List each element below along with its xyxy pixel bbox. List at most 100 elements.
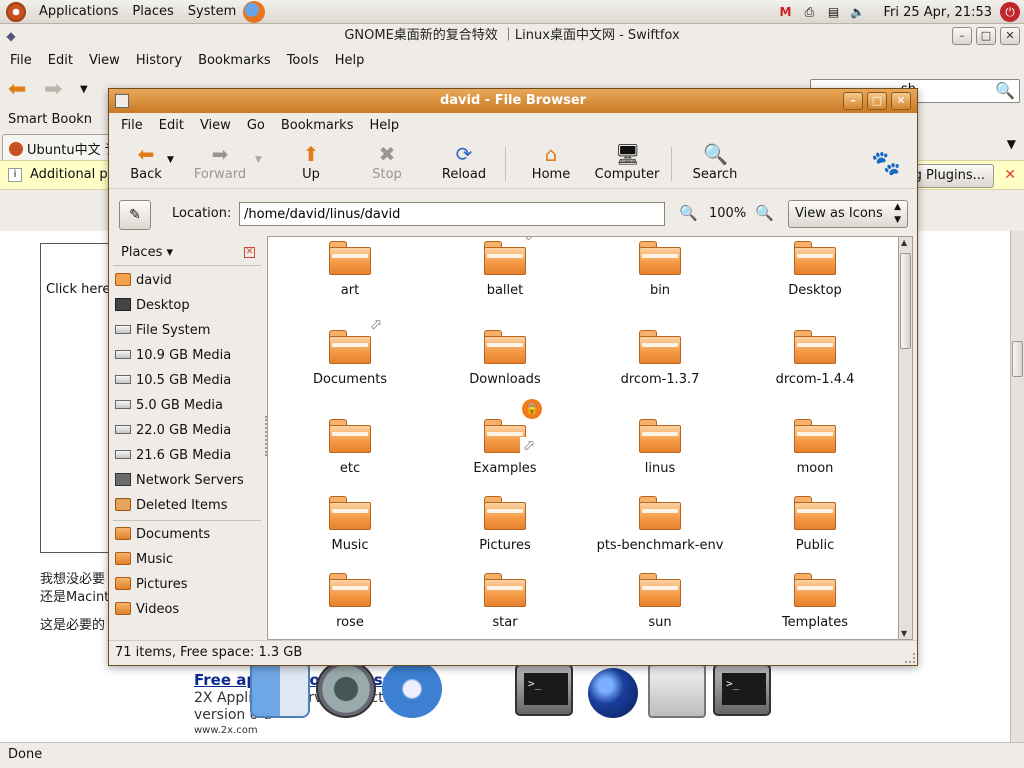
fb-menu-go[interactable]: Go xyxy=(239,118,273,133)
file-browser-titlebar[interactable]: david - File Browser – □ ✕ xyxy=(109,89,917,113)
forward-arrow-icon[interactable]: ➡ xyxy=(44,79,62,101)
folder-item[interactable]: drcom-1.3.7 xyxy=(585,324,735,410)
places-menu[interactable]: Places xyxy=(125,0,180,24)
volume-icon[interactable]: 🔈 xyxy=(848,4,866,20)
install-plugins-button[interactable]: g Plugins... xyxy=(904,164,994,188)
system-menu[interactable]: System xyxy=(181,0,243,24)
folder-item[interactable]: moon xyxy=(740,413,890,499)
close-notification-icon[interactable]: ✕ xyxy=(1004,161,1016,189)
window-menu-icon[interactable] xyxy=(115,94,129,108)
smart-bookmarks-item[interactable]: Smart Bookn xyxy=(8,112,92,127)
sidebar-item-desktop[interactable]: Desktop xyxy=(115,293,190,318)
sidebar-item-10-9-gb-media[interactable]: 10.9 GB Media xyxy=(115,343,231,368)
bomb-icon[interactable] xyxy=(588,668,638,718)
sidebar-bookmark-music[interactable]: Music xyxy=(115,547,173,572)
sidebar-item-network-servers[interactable]: Network Servers xyxy=(115,468,244,493)
folder-item[interactable]: Downloads xyxy=(430,324,580,410)
sidebar-item-5-0-gb-media[interactable]: 5.0 GB Media xyxy=(115,393,223,418)
folder-item[interactable]: bin xyxy=(585,237,735,321)
folder-item[interactable]: rose xyxy=(275,567,425,639)
icon-view-scrollbar[interactable]: ▲ ▼ xyxy=(899,236,913,640)
folder-item[interactable]: Templates xyxy=(740,567,890,639)
view-mode-select[interactable]: View as Icons ▲ ▼ xyxy=(788,200,908,228)
sidebar-item-deleted-items[interactable]: Deleted Items xyxy=(115,493,227,518)
fb-menu-view[interactable]: View xyxy=(192,118,239,133)
icon-view-scroll-thumb[interactable] xyxy=(900,253,911,349)
ad-url[interactable]: www.2x.com xyxy=(194,725,258,736)
folder-item[interactable]: sun xyxy=(585,567,735,639)
back-arrow-icon[interactable]: ⬅ xyxy=(8,79,26,101)
sidebar-item-21-6-gb-media[interactable]: 21.6 GB Media xyxy=(115,443,231,468)
fb-menu-edit[interactable]: Edit xyxy=(151,118,192,133)
mail-icon[interactable]: M xyxy=(776,4,794,20)
folder-item[interactable]: Music xyxy=(275,490,425,576)
forward-history-dropdown-icon[interactable]: ▼ xyxy=(255,155,262,165)
search-icon[interactable]: 🔍 xyxy=(995,81,1015,100)
folder-item[interactable]: drcom-1.4.4 xyxy=(740,324,890,410)
fb-close-button[interactable]: ✕ xyxy=(891,92,911,110)
tab-ubuntu[interactable]: Ubuntu中文 讠 xyxy=(2,134,120,160)
sidebar-bookmark-documents[interactable]: Documents xyxy=(115,522,210,547)
scroll-thumb[interactable] xyxy=(1012,341,1023,377)
terminal-icon[interactable] xyxy=(515,664,573,716)
zoom-level[interactable]: 100% xyxy=(709,206,746,221)
close-button[interactable]: ✕ xyxy=(1000,27,1020,45)
sidebar-item-file-system[interactable]: File System xyxy=(115,318,210,343)
menu-view[interactable]: View xyxy=(81,53,128,68)
history-dropdown-icon[interactable]: ▼ xyxy=(80,80,88,100)
drawer-icon[interactable] xyxy=(648,664,706,718)
firefox-launcher-icon[interactable] xyxy=(243,0,266,23)
sidebar-item-10-5-gb-media[interactable]: 10.5 GB Media xyxy=(115,368,231,393)
folder-item[interactable]: ⬀ ballet xyxy=(430,237,580,321)
stop-button[interactable]: ✖ Stop xyxy=(367,143,407,187)
page-scrollbar[interactable] xyxy=(1010,231,1024,761)
folder-item[interactable]: pts-benchmark-env xyxy=(585,490,735,576)
sidebar-item-david[interactable]: david xyxy=(115,268,172,293)
menu-help[interactable]: Help xyxy=(327,53,373,68)
location-toggle-icon[interactable]: ✎ xyxy=(119,200,151,230)
back-button[interactable]: ⬅ Back xyxy=(119,143,173,187)
sidebar-bookmark-pictures[interactable]: Pictures xyxy=(115,572,187,597)
network-icon[interactable]: ▤ xyxy=(824,4,842,20)
sidebar-bookmark-videos[interactable]: Videos xyxy=(115,597,179,622)
menu-edit[interactable]: Edit xyxy=(40,53,81,68)
menu-history[interactable]: History xyxy=(128,53,190,68)
forward-button[interactable]: ➡ Forward xyxy=(187,143,253,187)
applications-menu[interactable]: Applications xyxy=(32,0,125,24)
folder-item[interactable]: ⬀ Documents xyxy=(275,316,425,410)
menu-tools[interactable]: Tools xyxy=(279,53,327,68)
minimize-button[interactable]: – xyxy=(952,27,972,45)
zoom-out-icon[interactable]: 🔍 xyxy=(679,204,698,222)
terminal-icon-2[interactable] xyxy=(713,664,771,716)
fb-minimize-button[interactable]: – xyxy=(843,92,863,110)
back-history-dropdown-icon[interactable]: ▼ xyxy=(167,155,174,165)
folder-item[interactable]: art xyxy=(275,237,425,321)
printer-icon[interactable]: ⎙ xyxy=(800,4,818,20)
reload-button[interactable]: ⟳ Reload xyxy=(439,143,489,187)
maximize-button[interactable]: □ xyxy=(976,27,996,45)
fb-menu-help[interactable]: Help xyxy=(361,118,407,133)
ubuntu-logo-icon[interactable] xyxy=(6,1,26,22)
folder-item[interactable]: Desktop xyxy=(740,237,890,321)
tab-list-icon[interactable]: ▼ xyxy=(1007,137,1016,151)
finder-icon[interactable] xyxy=(250,660,310,718)
scroll-down-icon[interactable]: ▼ xyxy=(901,629,907,638)
menu-bookmarks[interactable]: Bookmarks xyxy=(190,53,279,68)
menu-file[interactable]: File xyxy=(2,53,40,68)
home-button[interactable]: ⌂ Home xyxy=(527,143,575,187)
fb-menu-file[interactable]: File xyxy=(113,118,151,133)
computer-button[interactable]: 🖥 Computer xyxy=(593,143,661,187)
folder-item[interactable]: star xyxy=(430,567,580,639)
folder-item[interactable]: Public xyxy=(740,490,890,576)
folder-item[interactable]: etc xyxy=(275,413,425,499)
folder-item[interactable]: Pictures xyxy=(430,490,580,576)
fb-maximize-button[interactable]: □ xyxy=(867,92,887,110)
folder-item[interactable]: 🔒 ⬀ Examples xyxy=(430,399,580,499)
sidebar-item-22-0-gb-media[interactable]: 22.0 GB Media xyxy=(115,418,231,443)
time-machine-icon[interactable] xyxy=(316,660,376,718)
location-input[interactable] xyxy=(239,202,665,226)
up-button[interactable]: ⬆ Up xyxy=(293,143,329,187)
search-button[interactable]: 🔍 Search xyxy=(691,143,739,187)
power-icon[interactable]: ⏻ xyxy=(1000,2,1020,22)
zoom-in-icon[interactable]: 🔍 xyxy=(755,204,774,222)
